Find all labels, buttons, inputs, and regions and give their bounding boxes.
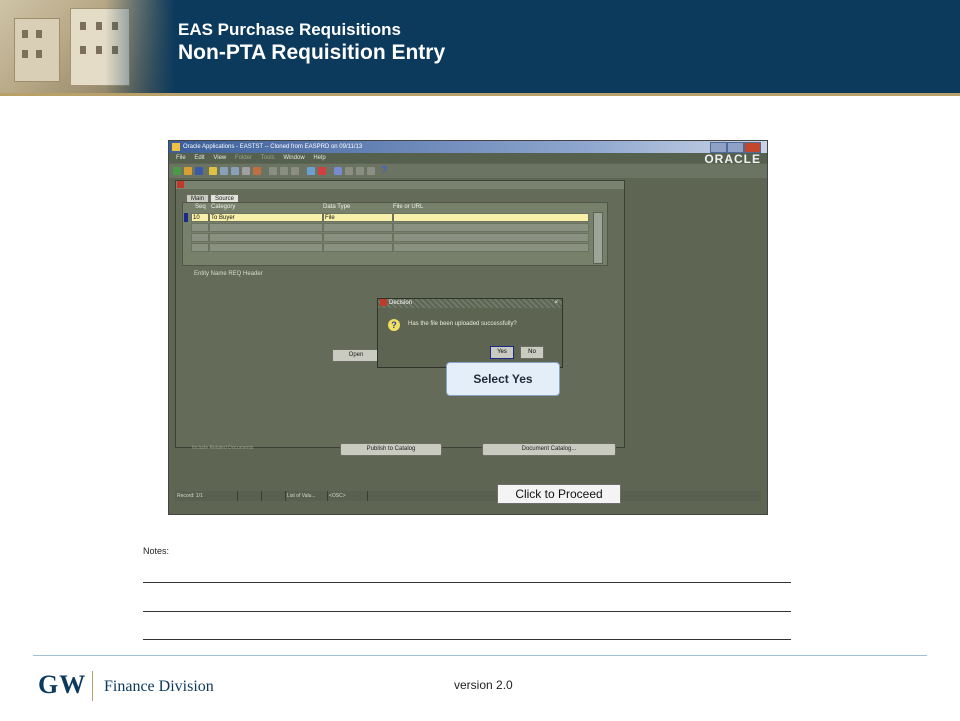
table-row[interactable] xyxy=(191,233,595,243)
notes-line xyxy=(143,639,791,640)
gw-logo: GW xyxy=(38,670,87,699)
cell-seq[interactable]: 10 xyxy=(191,213,209,222)
document-catalog-button[interactable]: Document Catalog... xyxy=(482,443,616,456)
form-title-bar xyxy=(176,181,624,189)
menu-edit[interactable]: Edit xyxy=(194,153,204,163)
edit-field-icon[interactable] xyxy=(334,167,342,175)
dialog-message: Has the file been uploaded successfully? xyxy=(408,321,517,327)
click-to-proceed-button[interactable]: Click to Proceed xyxy=(497,484,621,504)
grid-scrollbar[interactable] xyxy=(593,212,603,264)
dialog-title: Decision xyxy=(389,300,413,307)
cut-icon[interactable] xyxy=(269,167,277,175)
notes-line xyxy=(143,582,791,583)
finance-division-label: Finance Division xyxy=(104,678,214,695)
grid-header: Seq Category Data Type File or URL xyxy=(183,203,607,211)
menu-help[interactable]: Help xyxy=(313,153,325,163)
cell-data-type[interactable]: File xyxy=(323,213,393,222)
campus-building-photo xyxy=(0,0,175,93)
app-toolbar: ? xyxy=(169,164,767,178)
new-record-icon[interactable] xyxy=(307,167,315,175)
table-row[interactable] xyxy=(191,243,595,253)
col-file-url: File or URL xyxy=(393,204,424,210)
select-yes-callout: Select Yes xyxy=(446,362,560,396)
notes-line xyxy=(143,611,791,612)
menu-file[interactable]: File xyxy=(176,153,186,163)
footer-divider xyxy=(33,655,927,656)
version-label: version 2.0 xyxy=(454,678,513,692)
col-seq: Seq xyxy=(195,204,206,210)
slide-title: EAS Purchase Requisitions xyxy=(178,20,401,39)
copy-icon[interactable] xyxy=(280,167,288,175)
no-button[interactable]: No xyxy=(520,346,544,359)
print-icon[interactable] xyxy=(220,167,228,175)
yes-button[interactable]: Yes xyxy=(490,346,514,359)
slide-subtitle: Non-PTA Requisition Entry xyxy=(178,41,446,64)
entity-name-label: Entity Name REQ Header xyxy=(194,271,263,277)
osc-indicator: <OSC> xyxy=(327,491,368,501)
open-document-button[interactable]: Open xyxy=(332,349,380,362)
navigator-icon[interactable] xyxy=(209,167,217,175)
app-menu-bar: File Edit View Folder Tools Window Help xyxy=(169,153,767,163)
attachments-icon[interactable] xyxy=(345,167,353,175)
menu-window[interactable]: Window xyxy=(283,153,304,163)
record-count: Record: 1/1 xyxy=(175,491,238,501)
header-divider xyxy=(0,93,960,96)
close-form-icon[interactable] xyxy=(231,167,239,175)
app-title-bar: Oracle Applications - EASTST -- Cloned f… xyxy=(169,141,767,153)
zoom-icon[interactable] xyxy=(253,167,261,175)
dialog-title-bar: Decision × xyxy=(378,299,562,308)
translations-icon[interactable] xyxy=(367,167,375,175)
status-bar: Record: 1/1 List of Valu... <OSC> xyxy=(175,491,761,501)
delete-record-icon[interactable] xyxy=(318,167,326,175)
list-of-values-indicator: List of Valu... xyxy=(285,491,328,501)
cell-file-url[interactable] xyxy=(393,213,589,222)
menu-view[interactable]: View xyxy=(213,153,226,163)
oracle-dialog-icon xyxy=(380,299,387,306)
dialog-close-icon[interactable]: × xyxy=(554,299,558,308)
app-window-title: Oracle Applications - EASTST -- Cloned f… xyxy=(183,144,363,150)
find-icon[interactable] xyxy=(242,167,250,175)
paste-icon[interactable] xyxy=(291,167,299,175)
open-folder-icon[interactable] xyxy=(184,167,192,175)
slide-header: EAS Purchase Requisitions Non-PTA Requis… xyxy=(0,0,960,93)
table-row[interactable]: 10 To Buyer File xyxy=(191,213,595,223)
col-data-type: Data Type xyxy=(323,204,351,210)
decision-dialog: Decision × ? Has the file been uploaded … xyxy=(377,298,563,368)
logo-separator xyxy=(92,671,93,701)
oracle-app-screenshot: Oracle Applications - EASTST -- Cloned f… xyxy=(168,140,768,515)
publish-to-catalog-button[interactable]: Publish to Catalog xyxy=(340,443,442,456)
include-related-checkbox[interactable]: Include Related Documents xyxy=(192,445,253,451)
attachments-grid: Seq Category Data Type File or URL 10 To… xyxy=(182,202,608,266)
current-record-marker xyxy=(184,213,188,222)
folder-tools-icon[interactable] xyxy=(356,167,364,175)
oracle-app-icon xyxy=(172,143,180,151)
save-icon[interactable] xyxy=(195,167,203,175)
col-category: Category xyxy=(211,204,236,210)
question-icon: ? xyxy=(388,319,400,331)
form-window-icon xyxy=(177,181,184,188)
menu-folder[interactable]: Folder xyxy=(235,153,252,163)
new-icon[interactable] xyxy=(173,167,181,175)
cell-category[interactable]: To Buyer xyxy=(209,213,323,222)
notes-label: Notes: xyxy=(143,546,170,556)
table-row[interactable] xyxy=(191,223,595,233)
help-icon[interactable]: ? xyxy=(381,165,389,177)
menu-tools[interactable]: Tools xyxy=(261,153,275,163)
